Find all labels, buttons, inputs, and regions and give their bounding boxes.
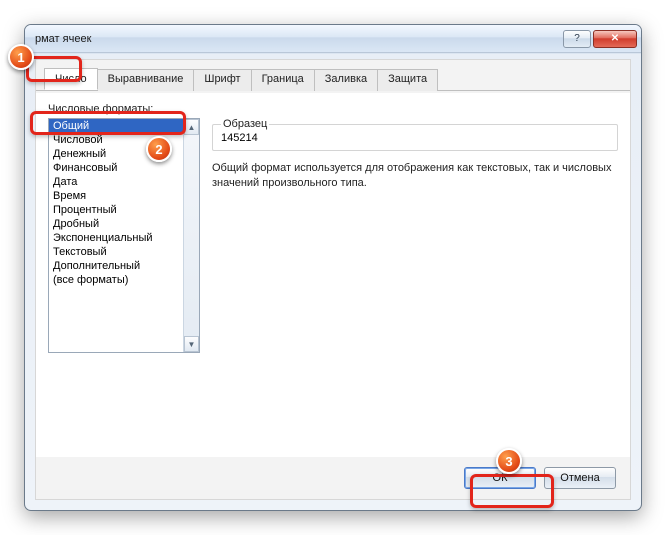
sample-groupbox: Образец 145214	[212, 118, 618, 151]
list-item[interactable]: Время	[49, 189, 183, 203]
list-item[interactable]: Дата	[49, 175, 183, 189]
tab-alignment[interactable]: Выравнивание	[97, 69, 195, 91]
formats-listbox[interactable]: Общий Числовой Денежный Финансовый Дата …	[48, 118, 200, 353]
formats-label: Числовые форматы:	[48, 103, 618, 115]
window-title: рмат ячеек	[35, 33, 563, 45]
tab-protection[interactable]: Защита	[377, 69, 438, 91]
list-item[interactable]: Финансовый	[49, 161, 183, 175]
client-area: Число Выравнивание Шрифт Граница Заливка…	[35, 59, 631, 500]
list-item[interactable]: Экспоненциальный	[49, 231, 183, 245]
titlebar[interactable]: рмат ячеек ? ✕	[25, 25, 641, 53]
tab-fill[interactable]: Заливка	[314, 69, 378, 91]
tab-border[interactable]: Граница	[251, 69, 315, 91]
list-item[interactable]: Денежный	[49, 147, 183, 161]
sample-label: Образец	[221, 118, 269, 130]
cancel-button[interactable]: Отмена	[544, 467, 616, 489]
scroll-down-button[interactable]: ▼	[184, 336, 199, 352]
ok-button[interactable]: ОК	[464, 467, 536, 489]
format-description: Общий формат используется для отображени…	[212, 161, 618, 191]
scrollbar[interactable]: ▲ ▼	[183, 119, 199, 352]
close-icon: ✕	[611, 33, 619, 44]
list-item[interactable]: Текстовый	[49, 245, 183, 259]
list-item[interactable]: Числовой	[49, 133, 183, 147]
tabstrip: Число Выравнивание Шрифт Граница Заливка…	[36, 60, 630, 91]
scroll-up-button[interactable]: ▲	[184, 119, 199, 135]
tab-number[interactable]: Число	[44, 68, 98, 90]
list-item[interactable]: Дробный	[49, 217, 183, 231]
chevron-down-icon: ▼	[188, 340, 196, 349]
window-buttons: ? ✕	[563, 30, 637, 48]
list-item[interactable]: Дополнительный	[49, 259, 183, 273]
dialog-window: рмат ячеек ? ✕ Число Выравнивание Шрифт …	[24, 24, 642, 511]
sample-value: 145214	[221, 132, 609, 144]
list-item[interactable]: Общий	[49, 119, 183, 133]
list-item[interactable]: Процентный	[49, 203, 183, 217]
close-button[interactable]: ✕	[593, 30, 637, 48]
chevron-up-icon: ▲	[188, 123, 196, 132]
dialog-buttons: ОК Отмена	[464, 467, 616, 489]
help-button[interactable]: ?	[563, 30, 591, 48]
tab-font[interactable]: Шрифт	[193, 69, 251, 91]
tab-page-number: Числовые форматы: Общий Числовой Денежны…	[36, 93, 630, 457]
list-item[interactable]: (все форматы)	[49, 273, 183, 287]
